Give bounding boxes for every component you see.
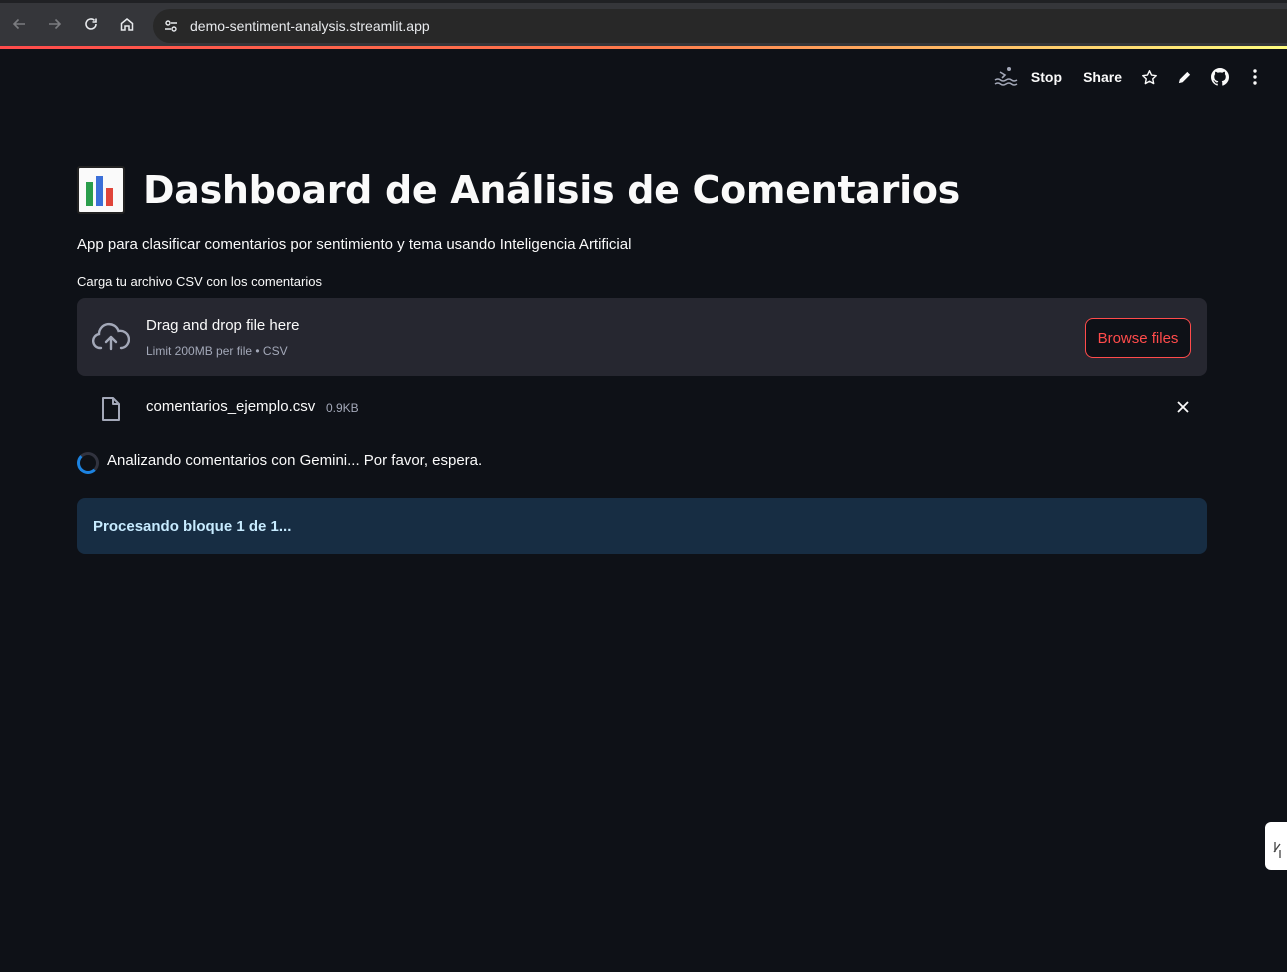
side-panel-tab[interactable] <box>1265 822 1287 870</box>
spinner-text: Analizando comentarios con Gemini... Por… <box>107 452 483 469</box>
browse-files-button[interactable]: Browse files <box>1085 318 1191 358</box>
forward-icon[interactable] <box>43 12 67 36</box>
browser-toolbar: demo-sentiment-analysis.streamlit.app <box>0 0 1287 46</box>
main-menu-icon[interactable] <box>1245 62 1265 92</box>
edit-pencil-icon[interactable] <box>1174 62 1194 92</box>
dropzone-title: Drag and drop file here <box>146 317 300 334</box>
star-icon[interactable] <box>1139 62 1159 92</box>
page-title-text: Dashboard de Análisis de Comentarios <box>143 168 960 212</box>
home-icon[interactable] <box>115 12 139 36</box>
expand-icon <box>1273 842 1281 858</box>
info-alert-text: Procesando bloque 1 de 1... <box>93 517 292 535</box>
page-subtitle: App para clasificar comentarios por sent… <box>77 236 632 253</box>
page-title: Dashboard de Análisis de Comentarios <box>77 160 1207 220</box>
stop-button[interactable]: Stop <box>1031 62 1062 92</box>
file-name: comentarios_ejemplo.csv <box>146 398 316 415</box>
uploader-label: Carga tu archivo CSV con los comentarios <box>77 274 322 289</box>
dropzone-limit: Limit 200MB per file • CSV <box>146 344 288 358</box>
share-button[interactable]: Share <box>1083 62 1122 92</box>
github-icon[interactable] <box>1209 62 1231 92</box>
running-swimmer-icon <box>993 62 1019 92</box>
file-size: 0.9KB <box>326 401 359 415</box>
url-text: demo-sentiment-analysis.streamlit.app <box>190 18 430 34</box>
cloud-upload-icon <box>91 322 131 357</box>
reload-icon[interactable] <box>79 12 103 36</box>
main-content: Dashboard de Análisis de Comentarios App… <box>77 160 1207 554</box>
bar-chart-icon <box>77 166 125 214</box>
site-settings-icon[interactable] <box>161 16 181 36</box>
uploaded-file: comentarios_ejemplo.csv 0.9KB <box>77 376 1207 440</box>
remove-file-icon[interactable] <box>1177 400 1189 418</box>
address-bar[interactable]: demo-sentiment-analysis.streamlit.app <box>153 9 1287 43</box>
file-icon <box>101 396 121 427</box>
file-dropzone[interactable]: Drag and drop file here Limit 200MB per … <box>77 298 1207 376</box>
back-icon[interactable] <box>7 12 31 36</box>
spinner: Analizando comentarios con Gemini... Por… <box>77 442 1207 484</box>
spinner-icon <box>77 452 99 474</box>
info-alert: Procesando bloque 1 de 1... <box>77 498 1207 554</box>
page-load-indicator <box>0 46 1287 49</box>
